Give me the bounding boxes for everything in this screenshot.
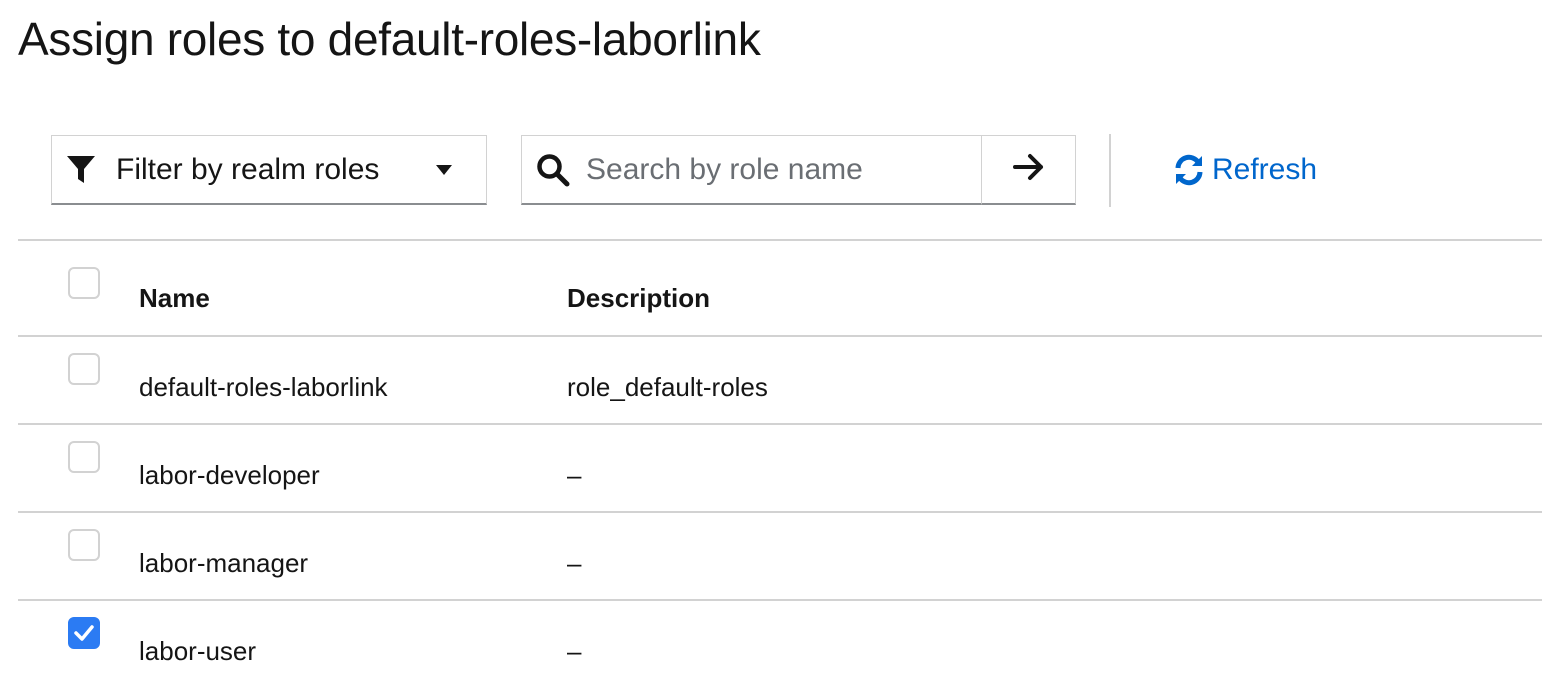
role-description: role_default-roles (567, 371, 768, 402)
filter-dropdown[interactable]: Filter by realm roles (51, 135, 487, 205)
refresh-label: Refresh (1212, 153, 1318, 186)
row-checkbox[interactable] (68, 529, 100, 561)
arrow-right-icon (1012, 153, 1045, 186)
search-input[interactable] (584, 151, 968, 188)
role-description: – (567, 636, 582, 666)
table-row: labor-manager – (18, 512, 1542, 600)
refresh-button[interactable]: Refresh (1172, 150, 1317, 190)
role-name: labor-developer (139, 459, 320, 490)
search-submit-button[interactable] (981, 135, 1076, 205)
search-icon (536, 153, 570, 187)
table-row: labor-developer – (18, 424, 1542, 512)
filter-icon (66, 153, 98, 187)
search-box (521, 135, 982, 205)
table-header-row: Name Description (18, 240, 1542, 336)
page-title: Assign roles to default-roles-laborlink (18, 13, 761, 65)
table-row: labor-user – (18, 600, 1542, 688)
column-header-name[interactable]: Name (139, 240, 567, 336)
caret-down-icon (436, 164, 452, 175)
checkmark-icon (74, 625, 94, 641)
roles-table: Name Description default-roles-laborlink… (18, 239, 1542, 688)
toolbar: Filter by realm roles Refresh (0, 134, 1542, 208)
select-all-checkbox[interactable] (68, 267, 100, 299)
row-checkbox[interactable] (68, 353, 100, 385)
role-name: default-roles-laborlink (139, 371, 388, 402)
role-name: labor-user (139, 636, 257, 666)
sync-icon (1172, 153, 1206, 187)
filter-label: Filter by realm roles (116, 152, 380, 186)
row-checkbox[interactable] (68, 441, 100, 473)
role-description: – (567, 547, 582, 578)
toolbar-divider (1109, 134, 1111, 207)
role-description: – (567, 459, 582, 490)
table-row: default-roles-laborlink role_default-rol… (18, 336, 1542, 424)
role-name: labor-manager (139, 547, 309, 578)
row-checkbox-checked[interactable] (68, 617, 100, 649)
column-header-description: Description (567, 282, 711, 313)
